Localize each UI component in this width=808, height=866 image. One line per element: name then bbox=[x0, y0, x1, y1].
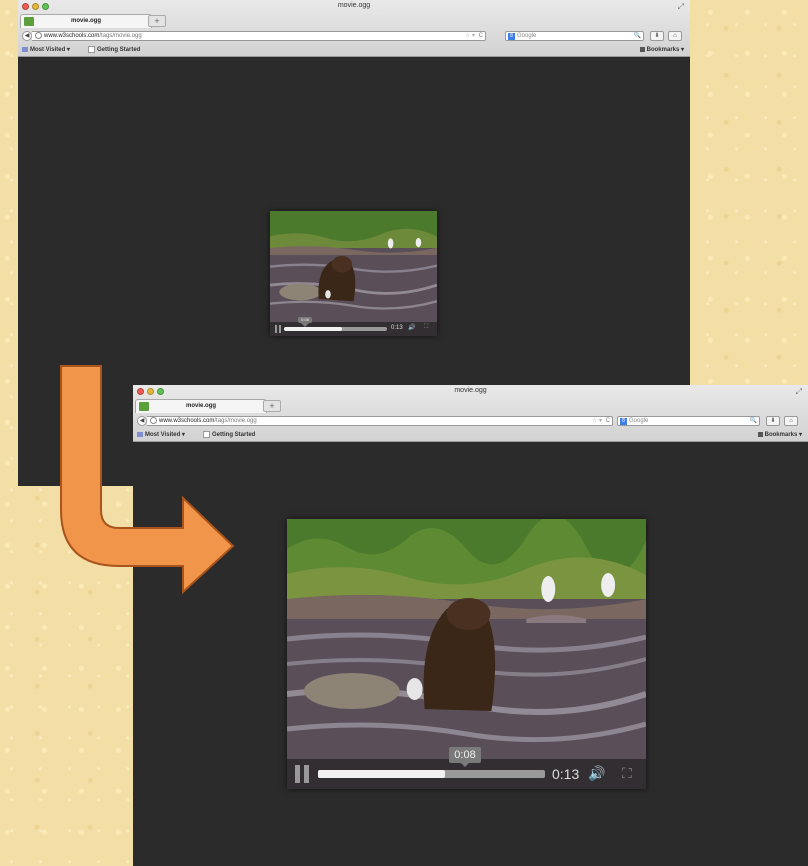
most-visited-icon bbox=[22, 46, 28, 52]
fullscreen-icon[interactable]: ⛶ bbox=[622, 765, 632, 782]
bookmarks-toolbar: Most Visited ▾ Getting Started Bookmarks… bbox=[18, 44, 690, 56]
url-bar[interactable]: www.w3schools.com/tags/movie.ogg ☆ ▾ C bbox=[32, 31, 486, 41]
bookmarks-label: Bookmarks ▾ bbox=[646, 47, 684, 53]
bookmarks-icon bbox=[757, 431, 763, 437]
video-controls: 0:08 0:13 🔊 ⛶ bbox=[270, 317, 437, 336]
bookmark-star-icon[interactable]: ☆ ▾ bbox=[592, 417, 602, 425]
pause-button[interactable] bbox=[275, 325, 281, 333]
search-box[interactable]: 8 Google 🔍 bbox=[505, 31, 644, 41]
back-button[interactable]: ◀ bbox=[22, 31, 32, 41]
duration-label: 0:13 bbox=[552, 766, 580, 782]
title-bar: movie.ogg ⤢ bbox=[18, 0, 690, 14]
getting-started-link[interactable]: Getting Started bbox=[88, 44, 140, 56]
duration-label: 0:13 bbox=[391, 325, 403, 331]
most-visited-label: Most Visited ▾ bbox=[30, 47, 70, 53]
seek-time-tooltip: 0:08 bbox=[298, 317, 312, 327]
window-title: movie.ogg bbox=[337, 2, 371, 9]
most-visited-menu[interactable]: Most Visited ▾ bbox=[22, 44, 70, 56]
new-tab-button[interactable]: + bbox=[148, 15, 166, 27]
search-engine-icon[interactable]: 8 bbox=[620, 418, 627, 425]
seek-time-tooltip: 0:08 bbox=[449, 747, 481, 767]
globe-icon bbox=[35, 32, 42, 39]
video-player-small[interactable]: 0:08 0:13 🔊 ⛶ bbox=[270, 211, 437, 336]
home-button[interactable]: ⌂ bbox=[668, 31, 682, 41]
bookmarks-label: Bookmarks ▾ bbox=[764, 432, 802, 438]
download-button[interactable]: ⬇ bbox=[650, 31, 664, 41]
bookmarks-menu[interactable]: Bookmarks ▾ bbox=[757, 429, 802, 441]
seek-progress bbox=[284, 327, 342, 331]
new-tab-button[interactable]: + bbox=[263, 400, 281, 412]
seek-bar[interactable] bbox=[284, 327, 387, 331]
reload-icon[interactable]: C bbox=[479, 32, 483, 40]
transition-arrow-icon bbox=[60, 365, 235, 595]
bookmark-star-icon[interactable]: ☆ ▾ bbox=[465, 32, 475, 40]
browser-chrome: movie.ogg ⤢ movie.ogg + ◀ www.w3schools.… bbox=[18, 0, 690, 57]
volume-icon[interactable]: 🔊 bbox=[408, 324, 415, 331]
search-engine-icon[interactable]: 8 bbox=[508, 33, 515, 40]
reload-icon[interactable]: C bbox=[606, 417, 610, 425]
fullscreen-toggle-icon[interactable]: ⤢ bbox=[678, 2, 684, 12]
seek-progress bbox=[318, 770, 446, 778]
fullscreen-toggle-icon[interactable]: ⤢ bbox=[796, 387, 802, 397]
search-box[interactable]: 8 Google 🔍 bbox=[617, 416, 760, 426]
page-icon bbox=[88, 45, 95, 53]
volume-icon[interactable]: 🔊 bbox=[588, 765, 605, 782]
getting-started-label: Getting Started bbox=[97, 47, 141, 53]
video-frame bbox=[270, 211, 437, 336]
url-host: www.w3schools.com bbox=[44, 33, 100, 40]
search-placeholder: Google bbox=[517, 33, 537, 39]
seek-bar[interactable] bbox=[318, 770, 545, 778]
search-placeholder: Google bbox=[629, 418, 649, 424]
bookmarks-icon bbox=[639, 46, 645, 52]
home-button[interactable]: ⌂ bbox=[784, 416, 798, 426]
video-player-large[interactable]: 0:08 0:13 🔊 ⛶ bbox=[287, 519, 646, 789]
search-icon[interactable]: 🔍 bbox=[750, 417, 757, 426]
search-icon[interactable]: 🔍 bbox=[634, 32, 641, 41]
navigation-bar: ◀ www.w3schools.com/tags/movie.ogg ☆ ▾ C… bbox=[18, 29, 690, 44]
bookmarks-menu[interactable]: Bookmarks ▾ bbox=[639, 44, 684, 56]
video-controls: 0:08 0:13 🔊 ⛶ bbox=[287, 747, 646, 789]
tab-strip: movie.ogg + bbox=[18, 14, 690, 29]
url-path: /tags/movie.ogg bbox=[99, 33, 142, 40]
tab-label: movie.ogg bbox=[70, 18, 101, 24]
fullscreen-icon[interactable]: ⛶ bbox=[424, 324, 428, 331]
pause-button[interactable] bbox=[295, 765, 309, 783]
tab-movie[interactable]: movie.ogg bbox=[20, 14, 152, 28]
download-button[interactable]: ⬇ bbox=[766, 416, 780, 426]
